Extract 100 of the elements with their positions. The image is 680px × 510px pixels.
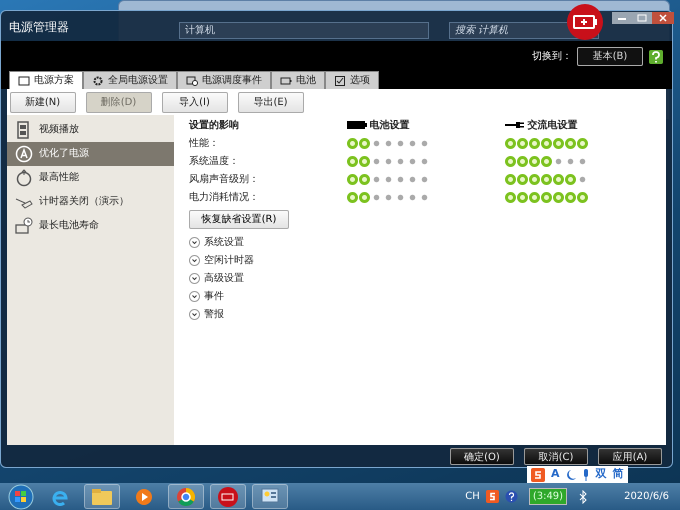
expand-icon	[189, 291, 200, 302]
impact-heading: 设置的影响	[189, 118, 240, 132]
rating-dot	[541, 138, 552, 148]
section-toggle[interactable]: 事件	[189, 288, 666, 306]
impact-label: 性能：	[189, 136, 220, 150]
rating-dot	[505, 192, 516, 202]
close-icon[interactable]	[652, 12, 674, 24]
ac-settings-heading: 交流电设置	[528, 118, 578, 132]
toolbar-button[interactable]: 导出(E)	[238, 92, 304, 112]
expand-icon	[189, 255, 200, 266]
dialog-button[interactable]: 取消(C)	[524, 448, 588, 464]
help-icon[interactable]	[648, 48, 664, 64]
rating-dot	[541, 156, 552, 166]
rating-dot	[577, 192, 588, 202]
rating-dot	[359, 138, 370, 148]
help-icon[interactable]	[504, 490, 518, 503]
plan-item[interactable]: 最高性能	[7, 166, 174, 190]
rating-dot	[529, 156, 540, 166]
window-title: 电源管理器	[9, 19, 69, 36]
dialog-button[interactable]: 应用(A)	[598, 448, 662, 464]
rating-dot	[565, 174, 576, 184]
rating-dot	[529, 174, 540, 184]
gear-icon	[92, 74, 104, 86]
schedule-icon	[186, 74, 198, 86]
check-icon	[334, 74, 346, 86]
rating-dot	[347, 192, 358, 202]
rating-dot	[565, 192, 576, 202]
toolbar-button[interactable]: 新建(N)	[10, 92, 76, 112]
rating-dot	[529, 192, 540, 202]
switch-label: 切换到：	[532, 50, 572, 64]
control-panel-taskbar-icon[interactable]	[252, 484, 288, 509]
maximize-icon[interactable]	[632, 12, 652, 24]
rating-dot	[359, 192, 370, 202]
plan-item[interactable]: 计时器关闭（演示）	[7, 190, 174, 214]
rating-dot	[553, 174, 564, 184]
rating-dot	[347, 174, 358, 184]
rating-dot	[517, 138, 528, 148]
rating-dot	[359, 156, 370, 166]
rating-dot	[505, 174, 516, 184]
tab[interactable]: 选项	[325, 71, 379, 89]
battery-clock-icon	[15, 216, 33, 234]
rating-dot	[347, 156, 358, 166]
battery-app-taskbar-icon[interactable]	[210, 484, 246, 509]
plug-icon	[505, 121, 525, 129]
plan-item[interactable]: 优化了电源	[7, 142, 174, 166]
ime-button[interactable]: 双	[596, 466, 607, 483]
rating-dot	[541, 174, 552, 184]
rating-dot	[517, 156, 528, 166]
start-button[interactable]	[6, 484, 36, 510]
minimize-icon[interactable]	[612, 12, 632, 24]
moon-icon[interactable]	[566, 468, 576, 480]
microphone-icon[interactable]	[582, 468, 590, 480]
battery-icon	[347, 121, 367, 129]
rating-dot	[553, 138, 564, 148]
dialog-button[interactable]: 确定(O)	[450, 448, 514, 464]
rating-dot	[565, 138, 576, 148]
rating-dot	[505, 156, 516, 166]
expand-icon	[189, 237, 200, 248]
rating-dot	[505, 138, 516, 148]
folder-taskbar-icon[interactable]	[84, 484, 120, 509]
date-text: 2020/6/6	[624, 490, 669, 504]
restore-defaults-button[interactable]: 恢复缺省设置(R)	[189, 210, 289, 228]
section-toggle[interactable]: 高级设置	[189, 270, 666, 288]
tab[interactable]: 全局电源设置	[83, 71, 177, 89]
section-toggle[interactable]: 警报	[189, 306, 666, 324]
ime-button[interactable]: A	[551, 466, 560, 483]
rating-dot	[577, 138, 588, 148]
rating-dot	[517, 174, 528, 184]
impact-label: 电力消耗情况：	[189, 190, 260, 204]
ime-button[interactable]: 简	[612, 466, 624, 483]
auto-mode-icon	[15, 144, 33, 162]
plan-item[interactable]: 视频播放	[7, 118, 174, 142]
page-icon	[18, 74, 30, 86]
address-bar[interactable]: 计算机	[179, 22, 429, 39]
battery-app-icon	[566, 3, 604, 41]
toolbar-button[interactable]: 导入(I)	[162, 92, 228, 112]
expand-icon	[189, 273, 200, 284]
tab[interactable]: 电源方案	[9, 71, 83, 89]
rating-dot	[541, 192, 552, 202]
rating-dot	[529, 138, 540, 148]
expand-icon	[189, 309, 200, 320]
plan-item[interactable]: 最长电池寿命	[7, 214, 174, 238]
bluetooth-icon[interactable]	[578, 490, 588, 504]
rating-dot	[553, 192, 564, 202]
tab[interactable]: 电源调度事件	[177, 71, 271, 89]
section-toggle[interactable]: 空闲计时器	[189, 252, 666, 270]
tab[interactable]: 电池	[271, 71, 325, 89]
impact-label: 系统温度：	[189, 154, 240, 168]
impact-label: 风扇声音级别：	[189, 172, 260, 186]
chrome-taskbar-icon[interactable]	[168, 484, 204, 509]
language-indicator[interactable]: CH	[465, 489, 480, 504]
stopwatch-icon	[15, 168, 33, 186]
basic-mode-button[interactable]: 基本(B)	[577, 47, 643, 66]
rating-dot	[517, 192, 528, 202]
sogou-icon[interactable]	[531, 468, 545, 482]
battery-icon	[280, 74, 292, 86]
rating-dot	[347, 138, 358, 148]
section-toggle[interactable]: 系统设置	[189, 234, 666, 252]
sogou-icon[interactable]	[486, 490, 499, 503]
battery-settings-heading: 电池设置	[370, 118, 410, 132]
